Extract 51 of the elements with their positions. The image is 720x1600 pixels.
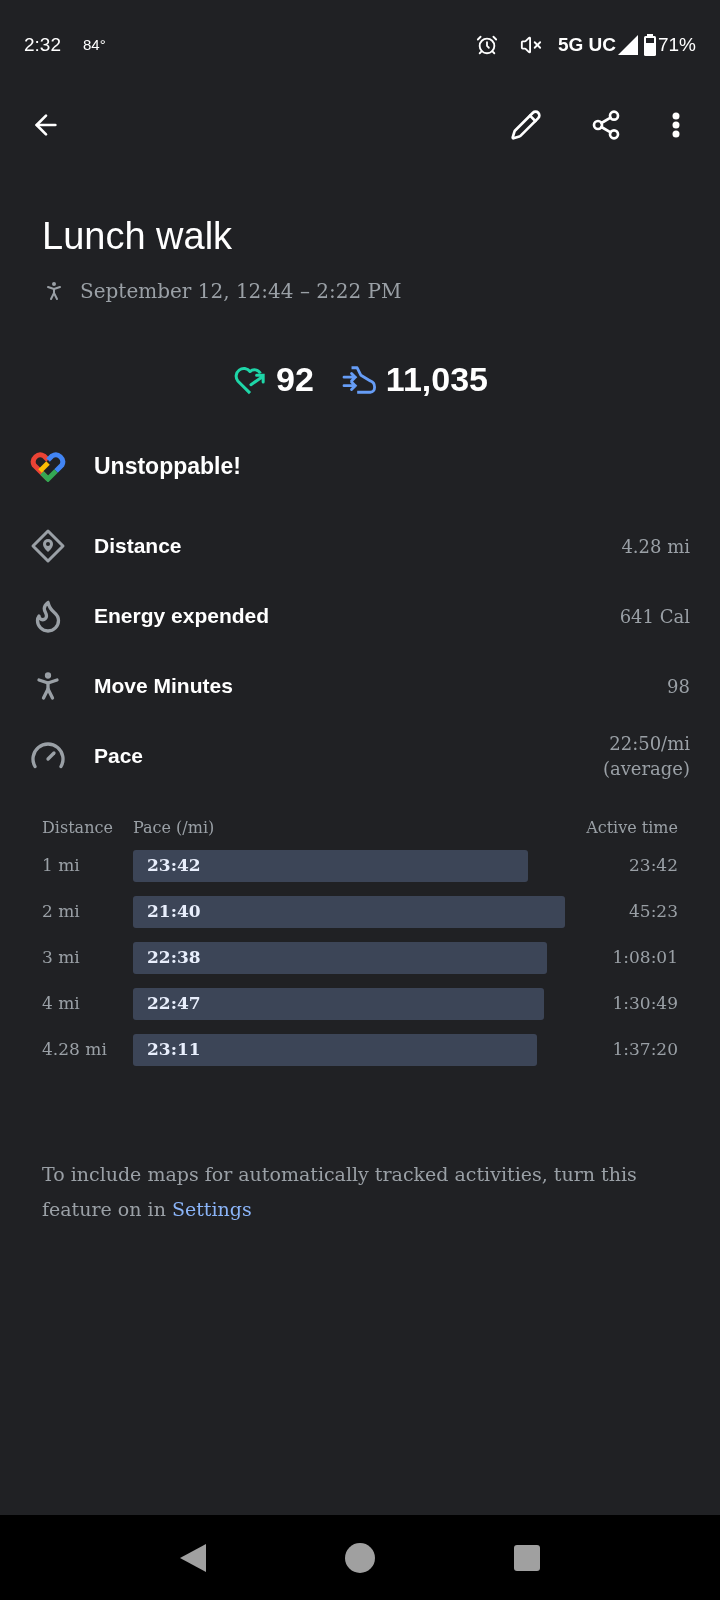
metric-note: (average) [602, 757, 690, 781]
active-time: 45:23 [628, 900, 678, 924]
split-distance: 3 mi [42, 946, 81, 970]
activity-date: September 12, 12:44 – 2:22 PM [80, 278, 402, 305]
alarm-icon [475, 34, 498, 56]
active-time: 1:08:01 [611, 946, 678, 970]
column-header: Active time [586, 817, 678, 839]
metric-value: 98 [667, 674, 690, 699]
settings-link[interactable]: Settings [171, 1198, 252, 1220]
maps-info-text: To include maps for automatically tracked activities, turn this feature on in Settings [41, 1162, 638, 1222]
edit-button[interactable] [510, 109, 542, 141]
weather-temperature: 84° [83, 34, 106, 55]
active-time: 1:30:49 [611, 992, 678, 1016]
network-type: 5G UC [557, 32, 616, 57]
pace-bar: 21:40 [133, 896, 565, 928]
location-diamond-icon [30, 528, 66, 564]
metric-label: Move Minutes [94, 673, 234, 700]
stat-value: 92 [276, 359, 314, 400]
achievement-label: Unstoppable! [94, 451, 241, 481]
mute-icon [519, 34, 542, 56]
pace-bar: 23:11 [133, 1034, 537, 1066]
shoe-arrow-icon [341, 363, 378, 396]
metric-value: 641 Cal [619, 604, 690, 629]
pace-bar: 22:38 [133, 942, 547, 974]
metric-value: 4.28 mi [621, 534, 690, 559]
heart-logo-icon [30, 450, 66, 482]
active-time: 1:37:20 [611, 1038, 678, 1062]
active-time: 23:42 [628, 854, 678, 878]
pace-bar: 22:47 [133, 988, 544, 1020]
column-header: Distance [42, 817, 114, 839]
column-header: Pace (/mi) [133, 817, 216, 839]
battery-icon [643, 34, 656, 56]
split-distance: 2 mi [42, 900, 81, 924]
clock-time: 2:32 [24, 32, 61, 57]
split-distance: 1 mi [42, 854, 81, 878]
back-nav-icon[interactable] [179, 1543, 206, 1572]
activity-title: Lunch walk [42, 214, 234, 259]
stat-value: 11,035 [385, 359, 488, 400]
home-nav-icon[interactable] [345, 1542, 375, 1573]
pace-bar: 23:42 [133, 850, 528, 882]
metric-label: Energy expended [94, 603, 271, 630]
split-distance: 4 mi [42, 992, 81, 1016]
more-options-icon[interactable] [672, 112, 680, 138]
share-button[interactable] [590, 109, 622, 141]
metric-value: 22:50/mi [609, 732, 690, 756]
metric-label: Distance [94, 533, 183, 560]
signal-icon [617, 35, 638, 55]
split-distance: 4.28 mi [42, 1038, 108, 1062]
metric-label: Pace [94, 743, 145, 770]
recents-nav-icon[interactable] [514, 1544, 541, 1571]
battery-percent: 71% [657, 32, 696, 57]
